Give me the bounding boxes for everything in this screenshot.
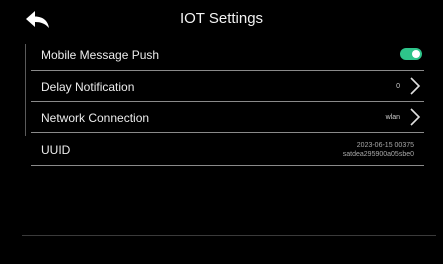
network-connection-label: Network Connection xyxy=(41,111,150,125)
settings-row-uuid: UUID 2023-06-15 00375 satdea295900a05sbe… xyxy=(31,133,424,166)
delay-notification-label: Delay Notification xyxy=(41,80,135,94)
settings-row-delay-notification[interactable]: Delay Notification 0 xyxy=(31,71,424,102)
page-title: IOT Settings xyxy=(179,10,264,27)
toggle-knob xyxy=(412,50,420,58)
mobile-push-label: Mobile Message Push xyxy=(41,48,160,62)
chevron-right-icon xyxy=(410,108,421,126)
uuid-value-line1: 2023-06-15 00375 xyxy=(356,142,414,149)
uuid-label: UUID xyxy=(41,143,71,157)
uuid-value-line2: satdea295900a05sbe0 xyxy=(342,151,414,158)
uuid-value: 2023-06-15 00375 satdea295900a05sbe0 xyxy=(343,141,414,159)
delay-notification-value: 0 xyxy=(396,83,400,90)
network-connection-value: wlan xyxy=(385,114,400,121)
bottom-divider xyxy=(22,235,436,236)
chevron-right-icon xyxy=(410,77,421,95)
header-bar: IOT Settings xyxy=(0,0,443,40)
mobile-push-toggle[interactable] xyxy=(400,48,422,60)
settings-row-network-connection[interactable]: Network Connection wlan xyxy=(31,102,424,133)
scroll-indicator xyxy=(25,44,26,136)
settings-row-mobile-push: Mobile Message Push xyxy=(31,43,424,71)
